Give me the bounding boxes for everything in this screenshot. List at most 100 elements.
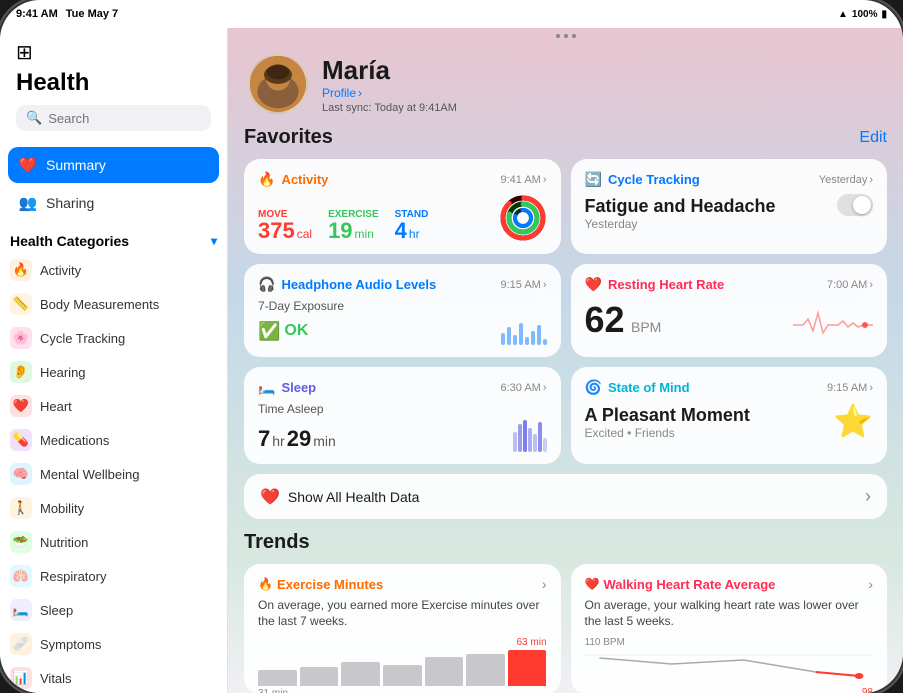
- profile-name: María: [322, 55, 457, 86]
- category-label-body: Body Measurements: [40, 297, 159, 312]
- battery-icon: ▮: [881, 9, 887, 20]
- mood-text: A Pleasant Moment: [585, 405, 750, 426]
- min-label: 31 min: [258, 688, 547, 693]
- sidebar-nav: ❤️ Summary 👥 Sharing: [0, 147, 227, 223]
- heart-rate-card-time: 7:00 AM ›: [827, 279, 873, 291]
- mood-star: ⭐: [833, 402, 873, 440]
- sidebar-item-symptoms[interactable]: 🩹 Symptoms: [0, 627, 227, 661]
- move-stat: Move 375 cal: [258, 209, 312, 242]
- chevron-right-icon: ›: [543, 279, 547, 291]
- top-dots: [228, 28, 903, 38]
- heart-rate-line: [585, 650, 874, 690]
- activity-flame-icon: 🔥: [258, 171, 275, 188]
- mobility-icon: 🚶: [10, 497, 32, 519]
- category-label-sleep: Sleep: [40, 603, 73, 618]
- sidebar-item-medications[interactable]: 💊 Medications: [0, 423, 227, 457]
- state-of-mind-card[interactable]: 🌀 State of Mind 9:15 AM › A P: [571, 367, 888, 464]
- profile-link[interactable]: Profile ›: [322, 86, 457, 100]
- audio-bars-visual: [501, 317, 547, 345]
- category-label-activity: Activity: [40, 263, 81, 278]
- stand-value: 4: [395, 220, 407, 242]
- heart-rate-chart: 110 BPM 98: [585, 637, 874, 693]
- bar-3: [341, 662, 380, 686]
- cycle-toggle-dot: [853, 196, 871, 214]
- sidebar-item-activity[interactable]: 🔥 Activity: [0, 253, 227, 287]
- sleep-title-row: 🛏️ Sleep: [258, 379, 316, 396]
- heart-rate-trend-title: ❤️ Walking Heart Rate Average: [585, 577, 776, 592]
- flame-trend-icon: 🔥: [258, 577, 273, 591]
- state-card-time: 9:15 AM ›: [827, 382, 873, 394]
- activity-ring: [499, 194, 547, 242]
- favorites-title-row: Favorites Edit: [244, 126, 887, 149]
- exercise-stat: Exercise 19 min: [328, 209, 379, 242]
- show-all-left: ❤️ Show All Health Data: [260, 487, 419, 507]
- activity-card-time: 9:41 AM ›: [500, 174, 546, 186]
- sidebar-item-body[interactable]: 📏 Body Measurements: [0, 287, 227, 321]
- bpm-unit: BPM: [631, 319, 661, 335]
- content-area: María Profile › Last sync: Today at 9:41…: [228, 28, 903, 693]
- show-all-label: Show All Health Data: [288, 489, 420, 505]
- cycle-tracking-card[interactable]: 🔄 Cycle Tracking Yesterday ›: [571, 159, 888, 254]
- ok-badge: ✅ OK: [258, 321, 308, 342]
- move-unit: cal: [297, 227, 312, 241]
- sidebar-item-summary[interactable]: ❤️ Summary: [8, 147, 219, 183]
- activity-card-title: Activity: [281, 172, 328, 187]
- heart-show-icon: ❤️: [260, 487, 280, 507]
- nutrition-icon: 🥗: [10, 531, 32, 553]
- status-bar: 9:41 AM Tue May 7 ▲ 100% ▮: [0, 0, 903, 28]
- sleep-card-time: 6:30 AM ›: [500, 382, 546, 394]
- sidebar-item-mental[interactable]: 🧠 Mental Wellbeing: [0, 457, 227, 491]
- state-card-title: State of Mind: [608, 380, 690, 395]
- sidebar-item-respiratory[interactable]: 🫁 Respiratory: [0, 559, 227, 593]
- cycle-title-row: 🔄 Cycle Tracking: [585, 171, 700, 188]
- sleep-label: Time Asleep: [258, 402, 547, 416]
- sidebar-item-cycle[interactable]: 🌸 Cycle Tracking: [0, 321, 227, 355]
- sidebar-item-sharing[interactable]: 👥 Sharing: [8, 185, 219, 221]
- exercise-trend-title-row: 🔥 Exercise Minutes ›: [258, 576, 547, 592]
- sleep-card-header: 🛏️ Sleep 6:30 AM ›: [258, 379, 547, 396]
- respiratory-icon: 🫁: [10, 565, 32, 587]
- ok-label: OK: [284, 322, 308, 340]
- stand-stat: Stand 4 hr: [395, 209, 429, 242]
- sidebar-item-nutrition[interactable]: 🥗 Nutrition: [0, 525, 227, 559]
- activity-card[interactable]: 🔥 Activity 9:41 AM ›: [244, 159, 561, 254]
- heart-rate-card[interactable]: ❤️ Resting Heart Rate 7:00 AM ›: [571, 264, 888, 357]
- sidebar-item-mobility[interactable]: 🚶 Mobility: [0, 491, 227, 525]
- bpm-value: 62: [585, 299, 625, 340]
- sidebar-item-vitals[interactable]: 📊 Vitals: [0, 661, 227, 693]
- heart-trend-icon: ❤️: [585, 577, 600, 591]
- favorites-section: Favorites Edit 🔥 Activity: [228, 126, 903, 693]
- headphone-card[interactable]: 🎧 Headphone Audio Levels 9:15 AM › 7-Day…: [244, 264, 561, 357]
- body-icon: 📏: [10, 293, 32, 315]
- symptoms-icon: 🩹: [10, 633, 32, 655]
- sleep-hours: 7: [258, 426, 270, 452]
- sleep-icon: 🛏️: [10, 599, 32, 621]
- sidebar-item-sleep[interactable]: 🛏️ Sleep: [0, 593, 227, 627]
- mental-icon: 🧠: [10, 463, 32, 485]
- show-all-row[interactable]: ❤️ Show All Health Data ›: [244, 474, 887, 519]
- sidebar-item-hearing[interactable]: 👂 Hearing: [0, 355, 227, 389]
- move-value: 375: [258, 220, 295, 242]
- exercise-trend-card[interactable]: 🔥 Exercise Minutes › On average, you ear…: [244, 564, 561, 693]
- bpm-display: 62 BPM: [585, 299, 662, 341]
- activity-title-row: 🔥 Activity: [258, 171, 328, 188]
- search-bar[interactable]: 🔍 🎙️: [16, 105, 211, 131]
- search-input[interactable]: [48, 111, 224, 126]
- edit-button[interactable]: Edit: [859, 129, 887, 147]
- heart-rate-trend-card[interactable]: ❤️ Walking Heart Rate Average › On avera…: [571, 564, 888, 693]
- favorites-grid: 🔥 Activity 9:41 AM ›: [244, 159, 887, 464]
- sidebar: ⊞ Health 🔍 🎙️ ❤️ Summary 👥 S: [0, 28, 228, 693]
- headphone-title-row: 🎧 Headphone Audio Levels: [258, 276, 436, 293]
- health-categories-label: Health Categories: [10, 233, 129, 249]
- profile-info: María Profile › Last sync: Today at 9:41…: [322, 55, 457, 114]
- cycle-icon: 🔄: [585, 171, 602, 188]
- chevron-right-icon: ›: [869, 279, 873, 291]
- search-icon: 🔍: [26, 110, 42, 126]
- heart-rate-icon: ❤️: [585, 276, 602, 293]
- category-label-respiratory: Respiratory: [40, 569, 106, 584]
- screen: 9:41 AM Tue May 7 ▲ 100% ▮ ⊞ Health 🔍: [0, 0, 903, 693]
- sleep-card[interactable]: 🛏️ Sleep 6:30 AM › Time Asleep: [244, 367, 561, 464]
- heart-rate-title-row: ❤️ Resting Heart Rate: [585, 276, 725, 293]
- sidebar-item-heart[interactable]: ❤️ Heart: [0, 389, 227, 423]
- bar-7-highlight: [508, 650, 547, 686]
